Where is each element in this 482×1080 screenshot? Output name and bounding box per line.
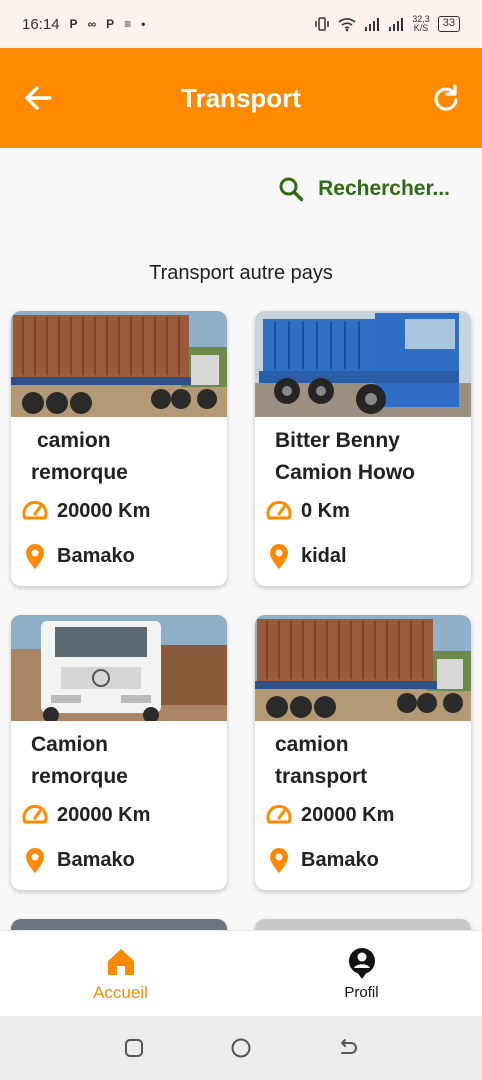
listing-title-line2: transport — [275, 765, 368, 788]
network-speed: 32,3 K/S — [412, 15, 430, 33]
app-bar: Transport — [0, 48, 482, 148]
nav-profile-label: Profil — [344, 984, 379, 1001]
listing-title-3: Camion remorque — [31, 729, 221, 793]
listing-title-line1: camion — [37, 429, 111, 452]
listing-title-line2: remorque — [31, 461, 128, 484]
profile-icon — [348, 948, 375, 979]
notification-icon-dot: • — [141, 17, 146, 31]
system-navigation-bar — [0, 1016, 482, 1080]
page-title: Transport — [181, 82, 301, 113]
listing-location: Bamako — [301, 848, 379, 871]
listing-image-3 — [11, 615, 227, 721]
listing-location-row-3: Bamako — [21, 846, 135, 874]
refresh-icon[interactable] — [432, 84, 460, 112]
search-label: Rechercher... — [318, 177, 450, 200]
listing-image-4 — [255, 615, 471, 721]
listing-distance: 20000 Km — [57, 499, 151, 522]
speedometer-icon — [22, 500, 48, 520]
listing-title-line1: Camion — [31, 733, 109, 756]
notification-icon-p: P — [69, 17, 78, 31]
location-pin-icon — [270, 544, 288, 569]
listing-distance-row-2: 0 Km — [265, 497, 350, 525]
notification-icon-p2: P — [106, 17, 115, 31]
search-icon — [279, 177, 304, 202]
home-icon — [107, 948, 134, 975]
listing-location-row-1: Bamako — [21, 542, 135, 570]
nav-home-label: Accueil — [93, 982, 148, 1002]
listing-title-4: camion transport — [275, 729, 465, 793]
recent-apps-icon[interactable] — [123, 1037, 145, 1059]
listing-title-2: Bitter Benny Camion Howo — [275, 425, 465, 489]
listing-card-3[interactable]: Camion remorque 20000 Km Bamako — [11, 615, 227, 890]
listing-image-2 — [255, 311, 471, 417]
nav-profile[interactable]: Profil — [241, 931, 482, 1016]
speedometer-icon — [22, 804, 48, 824]
listing-title-line2: Camion Howo — [275, 461, 415, 484]
arrow-back-icon[interactable] — [22, 82, 54, 114]
listing-distance: 20000 Km — [57, 803, 151, 826]
listing-title-1: camion remorque — [31, 425, 221, 489]
status-bar: 16:14 P ∞ P ≡ • 32,3 K/S 33 — [0, 0, 482, 48]
vibrate-icon — [315, 17, 329, 31]
back-button-icon[interactable] — [337, 1037, 359, 1059]
search-button[interactable]: Rechercher... — [278, 176, 450, 202]
listing-location-row-2: kidal — [265, 542, 347, 570]
listing-image-1 — [11, 311, 227, 417]
status-time: 16:14 — [22, 15, 60, 33]
signal-icon-1 — [365, 18, 380, 31]
listing-location: Bamako — [57, 544, 135, 567]
listing-distance-row-1: 20000 Km — [21, 497, 150, 525]
location-pin-icon — [26, 544, 44, 569]
network-speed-unit: K/S — [413, 23, 429, 33]
listing-title-line2: remorque — [31, 765, 128, 788]
listing-distance: 0 Km — [301, 499, 350, 522]
listing-card-4[interactable]: camion transport 20000 Km Bamako — [255, 615, 471, 890]
notification-icon-message: ≡ — [124, 17, 132, 31]
listing-distance-row-4: 20000 Km — [265, 801, 394, 829]
section-title: Transport autre pays — [149, 262, 333, 284]
speedometer-icon — [266, 500, 292, 520]
wifi-icon — [338, 18, 356, 32]
listing-distance: 20000 Km — [301, 803, 395, 826]
location-pin-icon — [270, 848, 288, 873]
location-pin-icon — [26, 848, 44, 873]
listing-location: kidal — [301, 544, 347, 567]
speedometer-icon — [266, 804, 292, 824]
signal-icon-2 — [389, 18, 404, 31]
notification-icon-infinity: ∞ — [87, 17, 97, 31]
listing-distance-row-3: 20000 Km — [21, 801, 150, 829]
listing-title-line1: Bitter Benny — [275, 429, 400, 452]
listing-card-2[interactable]: Bitter Benny Camion Howo 0 Km kidal — [255, 311, 471, 586]
battery-indicator: 33 — [437, 16, 460, 32]
home-button-icon[interactable] — [230, 1037, 252, 1059]
nav-home[interactable]: Accueil — [0, 931, 241, 1016]
listing-location-row-4: Bamako — [265, 846, 379, 874]
listing-card-1[interactable]: camion remorque 20000 Km Bamako — [11, 311, 227, 586]
listing-location: Bamako — [57, 848, 135, 871]
listing-title-line1: camion — [275, 733, 349, 756]
bottom-navigation: Accueil Profil — [0, 930, 482, 1016]
